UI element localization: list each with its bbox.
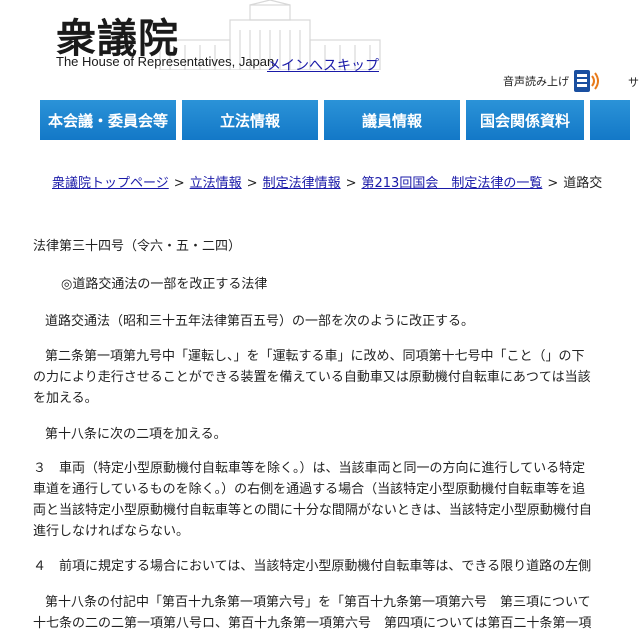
breadcrumb-separator: > (173, 176, 185, 191)
breadcrumb-separator: > (246, 176, 258, 191)
breadcrumb-separator: > (345, 176, 357, 191)
site-logo-english[interactable]: The House of Representatives, Japan (56, 54, 274, 69)
breadcrumb-current: 道路交 (563, 176, 603, 191)
audio-readout-button[interactable]: 音声読み上げ (503, 68, 601, 94)
breadcrumb: 衆議院トップページ > 立法情報 > 制定法律情報 > 第213回国会 制定法律の一覧 > 道路… (52, 172, 602, 191)
paragraph-4: ４ 前項に規定する場合においては、当該特定小型原動機付自転車等は、できる限り道路… (33, 559, 592, 574)
breadcrumb-link-session-list[interactable]: 第213回国会 制定法律の一覧 (362, 176, 543, 191)
nav-tab-legislation[interactable]: 立法情報 (182, 100, 318, 140)
amendment-art5-line1: 第十八条の付記中「第百十九条第一項第六号」を「第百十九条第一項第六号 第三項につ… (45, 595, 591, 610)
paragraph-3-line1: ３ 車両（特定小型原動機付自転車等を除く。）は、当該車両と同一の方向に進行してい… (33, 461, 586, 476)
header-item-truncated[interactable]: サ (628, 74, 639, 90)
skip-to-main-link[interactable]: メインへスキップ (267, 55, 379, 75)
amendment-art1-line3: を加える。 (33, 391, 98, 406)
amendment-art1-line2: の力により走行させることができる装置を備えている自動車又は原動機付自転車にあつて… (33, 370, 591, 385)
breadcrumb-link-top[interactable]: 衆議院トップページ (52, 176, 169, 191)
nav-tab-diet-materials[interactable]: 国会関係資料 (466, 100, 584, 140)
law-number: 法律第三十四号（令六・五・二四） (33, 239, 242, 254)
breadcrumb-link-enacted-laws[interactable]: 制定法律情報 (263, 176, 341, 191)
breadcrumb-separator: > (547, 176, 559, 191)
nav-tab-plenary-committees[interactable]: 本会議・委員会等 (40, 100, 176, 140)
audio-readout-label: 音声読み上げ (503, 75, 569, 88)
amendment-art2: 第十八条に次の二項を加える。 (45, 427, 227, 442)
global-nav: 本会議・委員会等 立法情報 議員情報 国会関係資料 (40, 100, 636, 140)
speaker-icon (574, 70, 599, 92)
nav-tab-members[interactable]: 議員情報 (324, 100, 460, 140)
paragraph-3-line2: 車道を通行しているものを除く。）の右側を通過する場合（当該特定小型原動機付自転車… (33, 482, 586, 497)
law-title: ◎道路交通法の一部を改正する法律 (61, 277, 268, 292)
nav-tab-truncated[interactable] (590, 100, 630, 140)
paragraph-3-line4: 進行しなければならない。 (33, 524, 190, 539)
breadcrumb-link-legislation[interactable]: 立法情報 (190, 176, 242, 191)
site-header: 衆議院 The House of Representatives, Japan … (0, 0, 640, 100)
amendment-art5-line2: 十七条の二の二第一項第八号ロ、第百十九条第一項第六号 第四項については第百二十条… (33, 616, 592, 631)
amendment-art1-line1: 第二条第一項第九号中「運転し、」を「運転する車」に改め、同項第十七号中「こと（」… (45, 349, 585, 364)
paragraph-3-line3: 両と当該特定小型原動機付自転車等との間に十分な間隔がないときは、当該特定小型原動… (33, 503, 592, 518)
law-intro: 道路交通法（昭和三十五年法律第百五号）の一部を次のように改正する。 (45, 314, 475, 329)
